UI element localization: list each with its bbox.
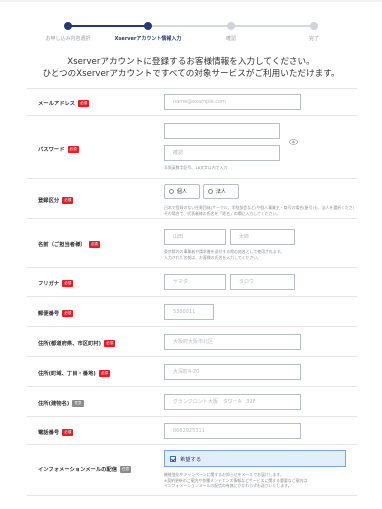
- required-badge: 必須: [88, 240, 100, 248]
- address-building-label-text: 住所(建物名): [38, 401, 70, 407]
- email-label: メールアドレス 必須: [38, 99, 90, 107]
- last-name-kana-input[interactable]: ヤマダ: [164, 274, 226, 290]
- row-password: パスワード 必須 確認 半角英数字記号、16文字以内で入力: [27, 115, 357, 179]
- email-label-text: メールアドレス: [38, 101, 76, 107]
- password-hint: 半角英数字記号、16文字以内で入力: [164, 165, 228, 170]
- required-badge: 必須: [104, 339, 116, 347]
- postal-code-input[interactable]: 5300011: [164, 304, 214, 320]
- postal-code-label: 郵便番号 必須: [38, 309, 74, 317]
- address-city-label: 住所(都道府県、市区町村) 必須: [38, 339, 116, 347]
- radio-individual[interactable]: 個人: [164, 184, 200, 199]
- optional-badge: 任意: [72, 399, 84, 407]
- name-label: 名前（ご担当者様） 必須: [38, 240, 100, 248]
- note-line: 日本で登録のない任意団体(サークル、学校部会など)や個人事業主・商号の場合(屋号…: [164, 205, 354, 210]
- first-name-input[interactable]: 太郎: [230, 229, 295, 245]
- required-badge: 必須: [67, 145, 79, 153]
- address-building-input[interactable]: グランフロント大阪 タワーA 32F: [164, 394, 301, 410]
- name-label-text: 名前（ご担当者様）: [38, 242, 86, 248]
- top-divider: [0, 0, 382, 2]
- note-line: インフォメーションメールの配信の有無にかかわらずお送りいたします。: [164, 483, 292, 488]
- password-label: パスワード 必須: [38, 145, 79, 153]
- password-label-text: パスワード: [38, 147, 65, 153]
- postal-code-label-text: 郵便番号: [38, 311, 60, 317]
- row-address-building: 住所(建物名) 任意 グランフロント大阪 タワーA 32F: [27, 386, 357, 417]
- step-dot: [227, 22, 235, 30]
- step-label: 完了: [308, 36, 319, 42]
- phone-input[interactable]: 0662925311: [164, 423, 301, 439]
- newsletter-checkbox-label: 希望する: [180, 456, 202, 463]
- row-registrant-type: 登録区分 必須 個人 法人 日本で登録のない任意団体(サークル、学校部会など)や…: [27, 178, 357, 219]
- optional-badge: 任意: [120, 465, 132, 473]
- address-street-label-text: 住所(町域、丁目・番地): [38, 371, 96, 377]
- note-line: 入力された名前は、お客様の氏名を入力してください。: [164, 254, 262, 260]
- radio-corporation[interactable]: 法人: [203, 184, 239, 199]
- address-building-label: 住所(建物名) 任意: [38, 399, 84, 407]
- address-city-label-text: 住所(都道府県、市区町村): [38, 341, 102, 347]
- row-address-city: 住所(都道府県、市区町村) 必須 大阪府大阪市北区: [27, 326, 357, 357]
- address-street-label: 住所(町域、丁目・番地) 必須: [38, 369, 110, 377]
- page-instructions: Xserverアカウントに登録するお客様情報を入力してください。 ひとつのXse…: [0, 56, 382, 80]
- required-badge: 必須: [62, 196, 74, 204]
- row-email: メールアドレス 必須 name@example.com: [27, 88, 357, 116]
- newsletter-label: インフォメーションメールの配信 任意: [38, 465, 132, 473]
- row-newsletter: インフォメーションメールの配信 任意 希望する 機能強化やキャンペーンに関するお…: [27, 444, 357, 496]
- newsletter-label-text: インフォメーションメールの配信: [38, 467, 118, 473]
- row-postal-code: 郵便番号 必須 5300011: [27, 296, 357, 327]
- last-name-input[interactable]: 山田: [164, 229, 226, 245]
- phone-label: 電話番号 必須: [38, 428, 74, 436]
- stepper-track-complete: [68, 25, 148, 27]
- radio-individual-label: 個人: [177, 189, 188, 195]
- email-input[interactable]: name@example.com: [164, 94, 301, 110]
- radio-circle: [208, 189, 213, 194]
- row-address-street: 住所(町域、丁目・番地) 必須 大深町4-20: [27, 356, 357, 387]
- row-phone: 電話番号 必須 0662925311: [27, 416, 357, 445]
- required-badge: 必須: [62, 309, 74, 317]
- checkbox-checked-icon: [170, 455, 176, 462]
- registrant-type-label-text: 登録区分: [38, 198, 60, 204]
- radio-circle: [169, 189, 174, 194]
- furigana-label: フリガナ 必須: [38, 279, 74, 287]
- password-input[interactable]: [164, 123, 280, 139]
- name-note: 東京都内の事業者や請求書を送付する際の宛名として使用されます。 入力された名前は…: [164, 249, 354, 260]
- row-furigana: フリガナ 必須 ヤマダ タロウ: [27, 267, 357, 297]
- progress-stepper: お申し込み内容選択 Xserverアカウント情報入力 確認 完了: [0, 12, 382, 42]
- note-line: その場合で、代表者様の氏名を「姓名」の欄に入力してください。: [164, 210, 281, 216]
- furigana-label-text: フリガナ: [38, 281, 60, 287]
- step-dot: [144, 22, 152, 30]
- first-name-kana-input[interactable]: タロウ: [230, 274, 295, 290]
- newsletter-checkbox[interactable]: 希望する: [164, 450, 346, 467]
- instructions-line-1: Xserverアカウントに登録するお客様情報を入力してください。: [67, 57, 315, 67]
- address-city-input[interactable]: 大阪府大阪市北区: [164, 334, 301, 350]
- required-badge: 必須: [78, 99, 90, 107]
- show-password-icon[interactable]: [289, 139, 298, 145]
- step-dot: [64, 22, 72, 30]
- registrant-type-note: 日本で登録のない任意団体(サークル、学校部会など)や個人事業主・商号の場合(屋号…: [164, 205, 354, 216]
- row-name: 名前（ご担当者様） 必須 山田 太郎 東京都内の事業者や請求書を送付する際の宛名…: [27, 218, 357, 268]
- required-badge: 必須: [62, 279, 74, 287]
- registrant-type-label: 登録区分 必須: [38, 196, 74, 204]
- required-badge: 必須: [62, 428, 74, 436]
- radio-corporation-label: 法人: [216, 189, 227, 195]
- password-confirm-input[interactable]: 確認: [164, 145, 280, 161]
- phone-label-text: 電話番号: [38, 430, 60, 436]
- step-dot: [310, 22, 318, 30]
- newsletter-note: 機能強化やキャンペーンに関するお知らせをメールでお届けします。 ※契約更新のご案…: [164, 472, 354, 489]
- address-street-input[interactable]: 大深町4-20: [164, 364, 301, 380]
- required-badge: 必須: [98, 369, 110, 377]
- instructions-line-2: ひとつのXserverアカウントですべての対象サービスがご利用いただけます。: [42, 69, 340, 79]
